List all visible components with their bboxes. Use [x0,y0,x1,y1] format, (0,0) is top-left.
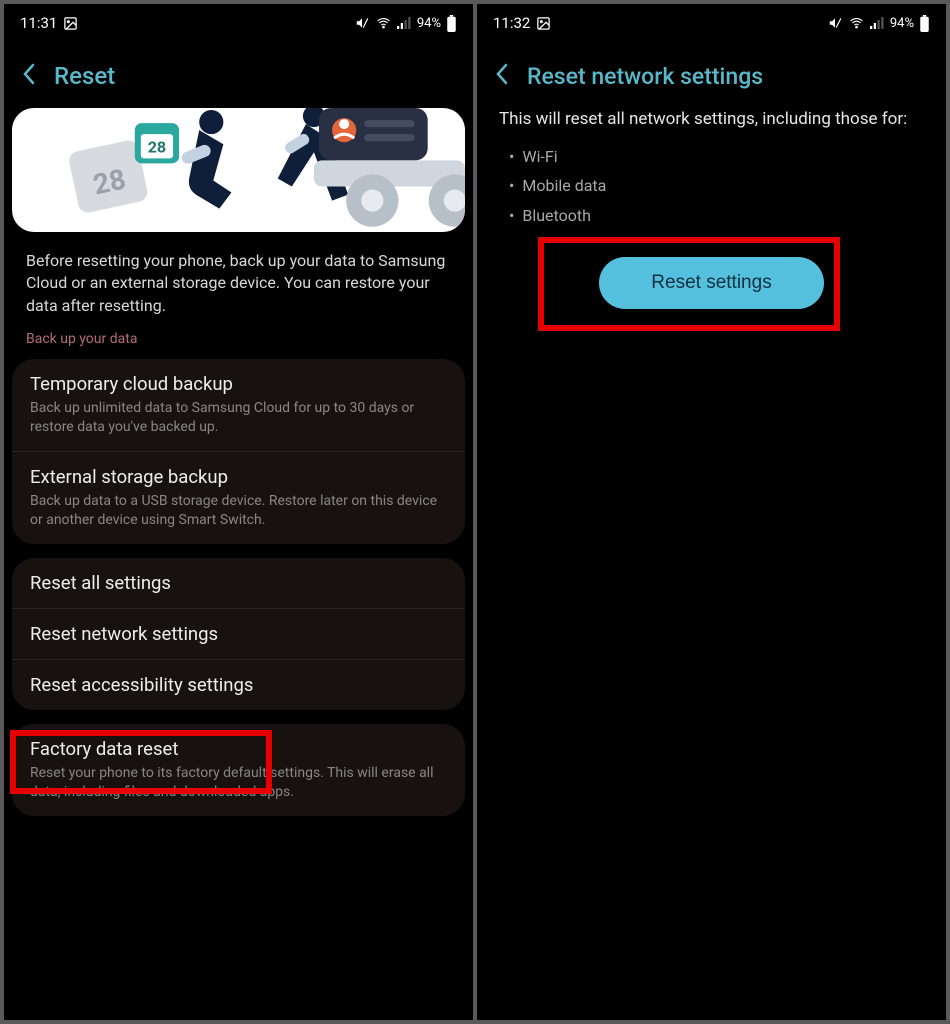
item-title: Reset all settings [30,572,447,594]
signal-icon [397,16,412,30]
screenshot-saved-icon [63,16,78,31]
wifi-icon [848,16,865,30]
section-backup-label: Back up your data [4,331,473,359]
back-icon[interactable] [495,62,509,90]
bullet-mobile-data: Mobile data [509,171,914,201]
item-title: External storage backup [30,466,447,488]
item-temp-cloud-backup[interactable]: Temporary cloud backup Back up unlimited… [12,359,465,451]
intro-text: Before resetting your phone, back up you… [4,250,473,331]
bullet-bluetooth: Bluetooth [509,201,914,231]
screenshot-saved-icon [536,16,551,31]
item-title: Reset network settings [30,623,447,645]
hero-illustration: 28 28 [12,108,465,232]
battery-icon [919,15,930,32]
page-title: Reset [54,62,115,90]
item-title: Reset accessibility settings [30,674,447,696]
mute-icon [354,16,370,30]
backup-card: Temporary cloud backup Back up unlimited… [12,359,465,544]
screenshot-reset-network: 11:32 94% Reset network settings [477,4,946,1020]
wifi-icon [375,16,392,30]
item-reset-all-settings[interactable]: Reset all settings [12,558,465,608]
item-subtitle: Back up data to a USB storage device. Re… [30,492,447,530]
description-text: This will reset all network settings, in… [477,108,946,138]
factory-reset-card: Factory data reset Reset your phone to i… [12,724,465,816]
bullet-wifi: Wi-Fi [509,142,914,172]
battery-percent: 94% [417,16,441,31]
svg-text:28: 28 [90,162,128,201]
item-reset-network-settings[interactable]: Reset network settings [12,608,465,659]
mute-icon [827,16,843,30]
page-title: Reset network settings [527,63,763,90]
item-subtitle: Back up unlimited data to Samsung Cloud … [30,399,447,437]
page-header: Reset network settings [477,42,946,108]
reset-settings-button[interactable]: Reset settings [599,257,823,309]
signal-icon [870,16,885,30]
screenshot-reset: 11:31 94% Reset [4,4,473,1020]
item-external-storage-backup[interactable]: External storage backup Back up data to … [12,451,465,544]
status-bar: 11:32 94% [477,4,946,42]
bullet-list: Wi-Fi Mobile data Bluetooth [477,138,946,249]
status-time: 11:32 [493,14,530,32]
item-title: Factory data reset [30,738,447,760]
back-icon[interactable] [22,62,36,90]
item-subtitle: Reset your phone to its factory default … [30,764,447,802]
reset-card: Reset all settings Reset network setting… [12,558,465,710]
svg-text:28: 28 [148,137,166,156]
item-title: Temporary cloud backup [30,373,447,395]
battery-icon [446,15,457,32]
item-reset-accessibility-settings[interactable]: Reset accessibility settings [12,659,465,710]
item-factory-data-reset[interactable]: Factory data reset Reset your phone to i… [12,724,465,816]
battery-percent: 94% [890,16,914,31]
status-time: 11:31 [20,14,57,32]
page-header: Reset [4,42,473,108]
status-bar: 11:31 94% [4,4,473,42]
